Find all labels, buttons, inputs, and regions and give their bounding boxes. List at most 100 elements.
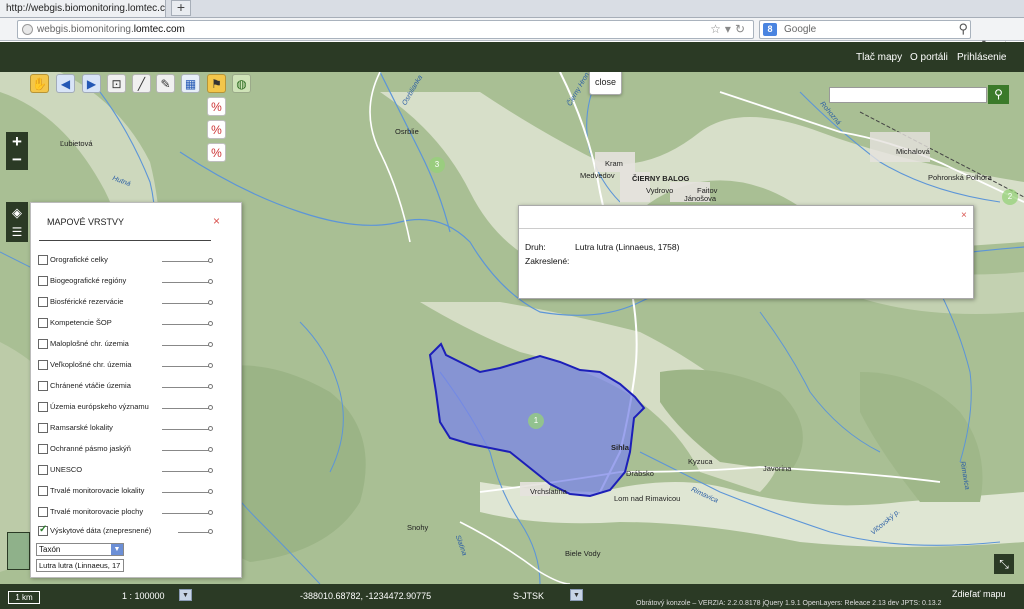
opacity-slider-handle[interactable]: [208, 447, 213, 452]
layer-checkbox[interactable]: [38, 339, 48, 349]
close-icon[interactable]: ×: [213, 214, 220, 228]
search-icon[interactable]: ⚲: [958, 21, 968, 37]
opacity-slider[interactable]: [162, 513, 210, 514]
about-portal-link[interactable]: O portáli: [910, 52, 948, 63]
opacity-slider[interactable]: [162, 303, 210, 304]
browser-search-box[interactable]: 8 Google ⚲: [759, 20, 971, 39]
layer-checkbox[interactable]: [38, 381, 48, 391]
layer-checkbox[interactable]: [38, 318, 48, 328]
opacity-slider[interactable]: [162, 261, 210, 262]
layer-checkbox[interactable]: [38, 255, 48, 265]
overview-map[interactable]: [7, 532, 30, 570]
layer-checkbox[interactable]: [38, 444, 48, 454]
share-map-link[interactable]: Zdieľať mapu: [952, 589, 1006, 599]
sub-tool-icon[interactable]: %: [207, 120, 226, 139]
projection-select-chevron-icon[interactable]: ▼: [570, 589, 583, 601]
map-label-michalova: Michalová: [896, 147, 930, 156]
opacity-slider[interactable]: [162, 408, 210, 409]
opacity-slider-handle[interactable]: [208, 384, 213, 389]
map-label-biele-vody: Biele Vody: [565, 549, 601, 558]
layer-checkbox-checked[interactable]: [38, 524, 48, 536]
divider: [39, 240, 211, 241]
opacity-slider-handle[interactable]: [208, 510, 213, 515]
login-link[interactable]: Prihlásenie: [957, 52, 1006, 63]
occurrence-cluster[interactable]: 2: [1002, 189, 1018, 205]
zoom-box-icon[interactable]: ⊡: [107, 74, 126, 93]
opacity-slider[interactable]: [162, 471, 210, 472]
opacity-slider-handle[interactable]: [208, 405, 213, 410]
species-value: Lutra lutra (Linnaeus, 1758): [575, 242, 680, 252]
layer-label: Veľkoplošné chr. územia: [50, 360, 132, 369]
layer-checkbox[interactable]: [38, 465, 48, 475]
layer-row: Orografické celky: [38, 254, 238, 268]
map-label-lom-nad-rimavicou: Lom nad Rimavicou: [614, 494, 681, 503]
opacity-slider[interactable]: [162, 366, 210, 367]
close-icon[interactable]: ×: [961, 210, 967, 221]
sub-tool-icon[interactable]: %: [207, 97, 226, 116]
opacity-slider[interactable]: [162, 324, 210, 325]
chevron-down-icon[interactable]: ▼: [111, 544, 123, 555]
browser-tab[interactable]: http://webgis.biomonitoring.lomtec.com/: [0, 0, 166, 18]
layer-checkbox[interactable]: [38, 507, 48, 517]
opacity-slider-handle[interactable]: [208, 258, 213, 263]
close-popup-button[interactable]: close: [589, 72, 622, 95]
layer-label: Výskytové dáta (znepresnené): [50, 526, 152, 535]
opacity-slider[interactable]: [162, 429, 210, 430]
opacity-slider-handle[interactable]: [208, 321, 213, 326]
opacity-slider[interactable]: [162, 345, 210, 346]
layer-checkbox[interactable]: [38, 486, 48, 496]
print-map-link[interactable]: Tlač mapy: [856, 52, 902, 63]
opacity-slider-handle[interactable]: [208, 300, 213, 305]
opacity-slider-handle[interactable]: [208, 489, 213, 494]
zoom-out-button[interactable]: −: [6, 150, 28, 170]
species-label: Druh:: [525, 242, 546, 252]
layers-icon[interactable]: ◈: [6, 202, 28, 224]
arrow-right-icon[interactable]: ▶: [82, 74, 101, 93]
opacity-slider-handle[interactable]: [208, 468, 213, 473]
opacity-slider[interactable]: [162, 492, 210, 493]
opacity-slider-handle[interactable]: [208, 426, 213, 431]
layer-row: Biogeografické regióny: [38, 275, 238, 289]
layer-row: Kompetencie ŠOP: [38, 317, 238, 331]
taxon-input[interactable]: Lutra lutra (Linnaeus, 17: [36, 559, 124, 572]
layer-row: Chránené vtáčie územia: [38, 380, 238, 394]
zoom-in-button[interactable]: +: [6, 132, 28, 152]
arrow-left-icon[interactable]: ◀: [56, 74, 75, 93]
feature-info-popup: × Druh: Lutra lutra (Linnaeus, 1758) Zak…: [518, 205, 974, 299]
identify-icon[interactable]: ▦: [181, 74, 200, 93]
site-identity-icon[interactable]: [22, 24, 33, 35]
scale-select-chevron-icon[interactable]: ▼: [179, 589, 192, 601]
occurrence-cluster[interactable]: 1: [528, 413, 544, 429]
pan-hand-icon[interactable]: ✋: [30, 74, 49, 93]
occurrence-cluster[interactable]: 3: [429, 157, 445, 173]
ruler-icon[interactable]: ╱: [132, 74, 151, 93]
taxon-select[interactable]: Taxón ▼: [36, 543, 124, 556]
opacity-slider-handle[interactable]: [208, 529, 213, 534]
map-search-input[interactable]: [829, 87, 987, 103]
draw-icon[interactable]: ✎: [156, 74, 175, 93]
opacity-slider[interactable]: [162, 282, 210, 283]
select-icon[interactable]: ⚑: [207, 74, 226, 93]
layer-checkbox[interactable]: [38, 423, 48, 433]
new-tab-button[interactable]: +: [171, 0, 191, 16]
opacity-slider-handle[interactable]: [208, 279, 213, 284]
sub-tool-icon[interactable]: %: [207, 143, 226, 162]
layer-checkbox[interactable]: [38, 360, 48, 370]
url-bar[interactable]: webgis.biomonitoring.lomtec.com ☆▾↻: [17, 20, 754, 39]
layer-checkbox[interactable]: [38, 297, 48, 307]
expand-icon[interactable]: ⤡: [994, 554, 1014, 574]
legend-list-icon[interactable]: ☰: [6, 223, 28, 242]
opacity-slider[interactable]: [162, 450, 210, 451]
layer-checkbox[interactable]: [38, 276, 48, 286]
layer-checkbox[interactable]: [38, 402, 48, 412]
opacity-slider[interactable]: [162, 387, 210, 388]
opacity-slider-handle[interactable]: [208, 342, 213, 347]
opacity-slider-handle[interactable]: [208, 363, 213, 368]
map-search-button[interactable]: ⚲: [988, 85, 1009, 104]
globe-icon[interactable]: ◍: [232, 74, 251, 93]
layers-panel: MAPOVÉ VRSTVY × Orografické celky Biogeo…: [30, 202, 242, 578]
url-bar-buttons[interactable]: ☆▾↻: [710, 22, 749, 36]
search-placeholder: Google: [784, 24, 817, 35]
opacity-slider[interactable]: [178, 532, 210, 533]
url-text: webgis.biomonitoring.lomtec.com: [37, 24, 185, 35]
